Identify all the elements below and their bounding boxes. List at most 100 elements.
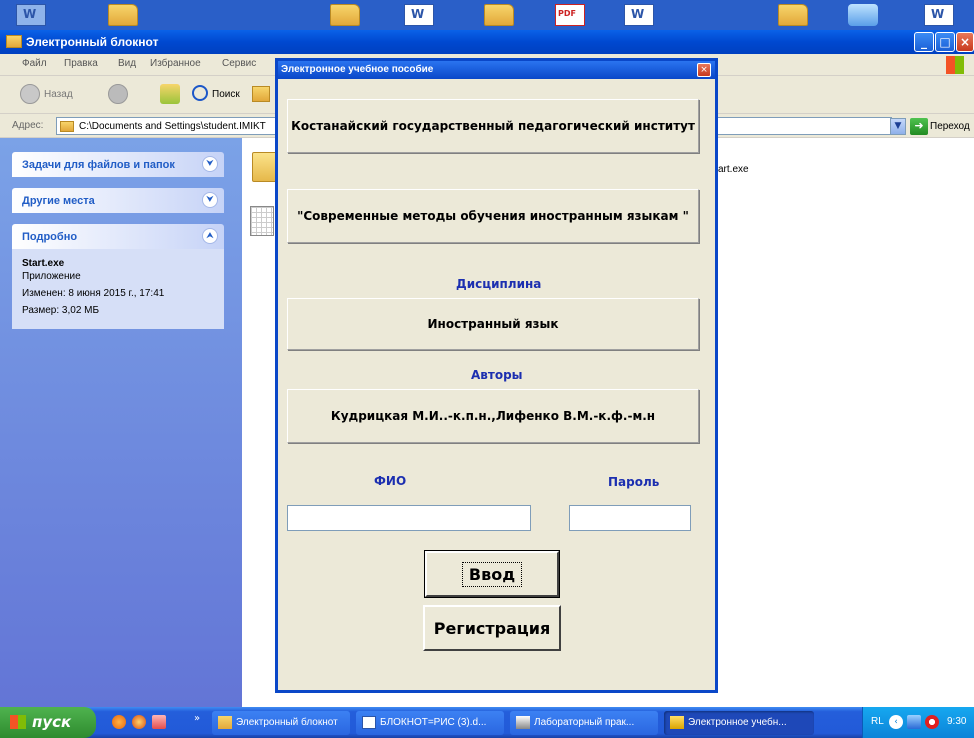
minimize-button[interactable]: _ bbox=[914, 32, 934, 52]
details-title: Подробно bbox=[22, 231, 78, 243]
menu-edit[interactable]: Правка bbox=[64, 58, 98, 69]
start-label: пуск bbox=[32, 713, 72, 731]
up-folder-icon[interactable] bbox=[160, 84, 180, 104]
other-places-header[interactable]: Другие места ⮟ bbox=[12, 188, 224, 213]
chevron-down-icon[interactable]: ⮟ bbox=[202, 192, 218, 208]
task-explorer-label: Электронный блокнот bbox=[236, 717, 338, 728]
word-icon bbox=[362, 716, 376, 729]
enter-button-label: Ввод bbox=[461, 561, 523, 587]
fio-label: ФИО bbox=[374, 474, 407, 488]
desktop-app-icon[interactable] bbox=[848, 4, 878, 26]
course-panel: "Современные методы обучения иностранным… bbox=[287, 189, 699, 243]
folder-icon bbox=[218, 716, 232, 729]
address-value: C:\Documents and Settings\student.IMIKT bbox=[79, 121, 266, 132]
file-name[interactable]: art.exe bbox=[718, 164, 749, 175]
desktop-pdf-icon[interactable] bbox=[555, 4, 585, 26]
menu-view[interactable]: Вид bbox=[118, 58, 136, 69]
dialog-title-bar[interactable]: Электронное учебное пособие × bbox=[278, 61, 715, 79]
details-panel: Подробно ⮝ Start.exe Приложение Изменен:… bbox=[12, 224, 224, 329]
institute-name: Костанайский государственный педагогичес… bbox=[291, 119, 695, 133]
desktop-folder-icon[interactable] bbox=[484, 4, 514, 26]
browser-icon[interactable] bbox=[132, 715, 146, 729]
desktop-computer-icon[interactable] bbox=[16, 4, 46, 26]
file-tasks-header[interactable]: Задачи для файлов и папок ⮟ bbox=[12, 152, 224, 177]
system-tray: RL ‹ 9:30 bbox=[862, 707, 974, 738]
search-icon[interactable] bbox=[192, 85, 208, 101]
folder-icon bbox=[60, 121, 74, 132]
details-modified: Изменен: 8 июня 2015 г., 17:41 bbox=[22, 288, 165, 299]
register-button[interactable]: Регистрация bbox=[423, 605, 561, 651]
task-pane: Задачи для файлов и папок ⮟ Другие места… bbox=[0, 138, 242, 707]
desktop-folder-icon[interactable] bbox=[778, 4, 808, 26]
details-header[interactable]: Подробно ⮝ bbox=[12, 224, 224, 249]
task-explorer[interactable]: Электронный блокнот bbox=[212, 711, 350, 735]
app-icon bbox=[516, 716, 530, 729]
details-file-name: Start.exe bbox=[22, 258, 65, 269]
windows-flag-icon bbox=[10, 715, 26, 729]
register-button-label: Регистрация bbox=[433, 618, 551, 638]
language-indicator[interactable]: RL bbox=[871, 716, 884, 727]
delphi-icon bbox=[670, 716, 684, 729]
expand-quicklaunch-icon[interactable]: » bbox=[194, 713, 200, 724]
chevron-up-icon[interactable]: ⮝ bbox=[202, 228, 218, 244]
clock: 9:30 bbox=[947, 716, 967, 727]
desktop-icon-strip bbox=[0, 0, 974, 30]
login-dialog: Электронное учебное пособие × Костанайск… bbox=[275, 58, 718, 693]
network-icon[interactable] bbox=[907, 715, 921, 729]
task-lab[interactable]: Лабораторный прак... bbox=[510, 711, 658, 735]
taskbar: пуск » Электронный блокнот БЛОКНОТ=РИС (… bbox=[0, 707, 974, 738]
discipline-value: Иностранный язык bbox=[427, 317, 559, 331]
menu-tools[interactable]: Сервис bbox=[222, 58, 256, 69]
discipline-label: Дисциплина bbox=[456, 277, 542, 291]
discipline-panel: Иностранный язык bbox=[287, 298, 699, 350]
firefox-icon[interactable] bbox=[112, 715, 126, 729]
dialog-title: Электронное учебное пособие bbox=[281, 64, 434, 75]
close-button[interactable]: × bbox=[956, 32, 974, 52]
task-word-doc-label: БЛОКНОТ=РИС (3).d... bbox=[380, 717, 487, 728]
details-body: Start.exe Приложение Изменен: 8 июня 201… bbox=[12, 249, 224, 329]
authors-label: Авторы bbox=[471, 368, 523, 382]
windows-logo-icon bbox=[946, 56, 964, 74]
back-button[interactable]: Назад bbox=[44, 89, 73, 100]
go-arrow-icon[interactable]: ➜ bbox=[910, 118, 928, 135]
explorer-title: Электронный блокнот bbox=[26, 35, 159, 49]
search-button[interactable]: Поиск bbox=[212, 89, 240, 100]
desktop-word-doc-icon[interactable] bbox=[404, 4, 434, 26]
show-desktop-icon[interactable] bbox=[152, 715, 166, 729]
maximize-button[interactable]: □ bbox=[935, 32, 955, 52]
antivirus-icon[interactable] bbox=[925, 715, 939, 729]
desktop-word-doc-icon[interactable] bbox=[624, 4, 654, 26]
password-label: Пароль bbox=[608, 475, 660, 489]
folders-icon[interactable] bbox=[252, 86, 270, 102]
menu-file[interactable]: Файл bbox=[22, 58, 47, 69]
other-places-title: Другие места bbox=[22, 195, 95, 207]
address-label: Адрес: bbox=[12, 120, 44, 131]
address-dropdown-icon[interactable]: ▼ bbox=[890, 118, 906, 135]
enter-button[interactable]: Ввод bbox=[424, 550, 560, 598]
desktop-folder-icon[interactable] bbox=[108, 4, 138, 26]
details-file-type: Приложение bbox=[22, 271, 81, 282]
task-word-doc[interactable]: БЛОКНОТ=РИС (3).d... bbox=[356, 711, 504, 735]
authors-value: Кудрицкая М.И..-к.п.н.,Лифенко В.М.-к.ф.… bbox=[330, 409, 656, 423]
password-input[interactable] bbox=[569, 505, 691, 531]
start-button[interactable]: пуск bbox=[0, 707, 96, 738]
task-textbook-label: Электронное учебн... bbox=[688, 717, 787, 728]
menu-favorites[interactable]: Избранное bbox=[150, 58, 201, 69]
task-textbook[interactable]: Электронное учебн... bbox=[664, 711, 814, 735]
exe-file-icon[interactable] bbox=[250, 206, 274, 236]
details-size: Размер: 3,02 МБ bbox=[22, 305, 100, 316]
chevron-down-icon[interactable]: ⮟ bbox=[202, 156, 218, 172]
desktop-word-doc-icon[interactable] bbox=[924, 4, 954, 26]
close-icon[interactable]: × bbox=[697, 63, 711, 77]
tray-arrow-icon[interactable]: ‹ bbox=[889, 715, 903, 729]
file-tasks-title: Задачи для файлов и папок bbox=[22, 159, 175, 171]
fio-input[interactable] bbox=[287, 505, 531, 531]
desktop-folder-icon[interactable] bbox=[330, 4, 360, 26]
forward-icon[interactable] bbox=[108, 84, 128, 104]
go-button[interactable]: Переход bbox=[930, 121, 970, 132]
back-icon[interactable] bbox=[20, 84, 40, 104]
institute-panel: Костанайский государственный педагогичес… bbox=[287, 99, 699, 153]
explorer-title-bar[interactable]: Электронный блокнот _ □ × bbox=[0, 30, 974, 54]
course-name: "Современные методы обучения иностранным… bbox=[297, 209, 689, 223]
folder-icon bbox=[6, 35, 22, 48]
